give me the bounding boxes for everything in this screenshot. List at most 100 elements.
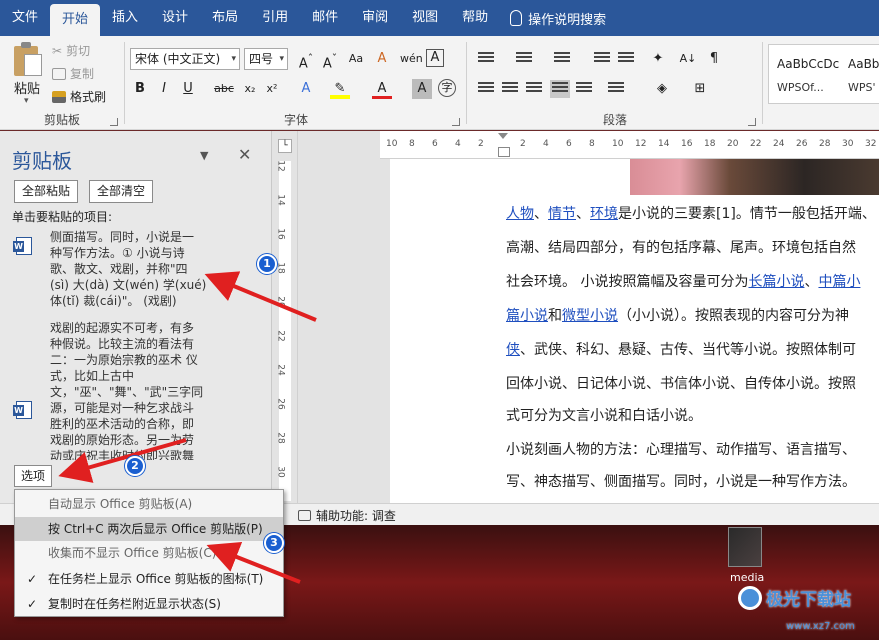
strikethrough-button[interactable]: abc bbox=[214, 79, 234, 99]
font-launcher-icon[interactable] bbox=[452, 118, 460, 126]
paste-all-button[interactable]: 全部粘贴 bbox=[14, 180, 79, 203]
tab-selector[interactable]: └ bbox=[278, 139, 292, 153]
menu-item-label: 自动显示 Office 剪贴板(A) bbox=[48, 497, 193, 511]
link-micro-novel[interactable]: 微型小说 bbox=[562, 308, 618, 324]
style-gallery-item[interactable]: AaBb WPS' bbox=[840, 44, 879, 104]
character-border-icon[interactable]: A bbox=[426, 49, 444, 67]
decrease-indent-icon[interactable] bbox=[594, 52, 610, 66]
link-characters[interactable]: 人物 bbox=[506, 206, 534, 222]
align-center-icon[interactable] bbox=[502, 82, 518, 96]
justify-icon[interactable] bbox=[550, 80, 570, 98]
paste-icon[interactable] bbox=[14, 42, 44, 78]
increase-indent-icon[interactable] bbox=[618, 52, 634, 66]
highlight-icon[interactable]: ✎ bbox=[330, 79, 350, 99]
tab-help[interactable]: 帮助 bbox=[450, 0, 500, 36]
clipboard-item[interactable]: 戏剧的起源实不可考，有多 种假说。比较主流的看法有 二：一为原始宗教的巫术 仪 … bbox=[50, 320, 210, 460]
link-short-novel[interactable]: 篇小说 bbox=[506, 308, 548, 324]
font-size-select[interactable]: 四号 ▾ bbox=[244, 48, 288, 70]
menu-item-auto-show[interactable]: 自动显示 Office 剪贴板(A) bbox=[15, 492, 283, 516]
align-right-icon[interactable] bbox=[526, 82, 542, 96]
indent-marker[interactable] bbox=[498, 133, 510, 157]
doc-text: 和 bbox=[548, 308, 562, 324]
align-left-icon[interactable] bbox=[478, 82, 494, 96]
line-spacing-icon[interactable] bbox=[608, 82, 624, 96]
doc-line: 写、神态描写、侧面描写。同时，小说是一种写作方法。 bbox=[506, 474, 856, 490]
cut-button[interactable]: ✂ 剪切 bbox=[52, 42, 90, 59]
pane-instruction: 单击要粘贴的项目: bbox=[12, 210, 113, 224]
grow-font-icon[interactable]: Aˆ bbox=[296, 49, 316, 71]
copy-button[interactable]: 复制 bbox=[52, 65, 94, 82]
link-medium-novel[interactable]: 中篇小 bbox=[818, 274, 860, 290]
superscript-button[interactable]: x² bbox=[262, 79, 282, 99]
multilevel-list-icon[interactable] bbox=[554, 52, 570, 66]
chinese-layout-icon[interactable]: ✦ bbox=[648, 49, 668, 69]
underline-button[interactable]: U bbox=[178, 79, 198, 99]
character-shading-icon[interactable]: A bbox=[412, 79, 432, 99]
ruler-label: 4 bbox=[543, 139, 549, 149]
phonetic-guide-icon[interactable]: wén bbox=[400, 49, 423, 69]
shading-icon[interactable]: ◈ bbox=[652, 79, 672, 99]
link-long-novel[interactable]: 长篇小说 bbox=[748, 274, 804, 290]
bullets-icon[interactable] bbox=[478, 52, 494, 66]
document-page[interactable]: 人物、情节、环境是小说的三要素[1]。情节一般包括开端、 高潮、结局四部分，有的… bbox=[390, 159, 879, 503]
tell-me-search[interactable]: 操作说明搜索 bbox=[500, 9, 606, 28]
tab-home[interactable]: 开始 bbox=[50, 4, 101, 36]
tab-layout[interactable]: 布局 bbox=[200, 0, 250, 36]
checkmark-icon: ✓ bbox=[27, 597, 38, 611]
vertical-ruler-label: 30 bbox=[275, 466, 286, 478]
menu-item-label: 在任务栏上显示 Office 剪贴板的图标(T) bbox=[48, 572, 264, 586]
link-plot[interactable]: 情节 bbox=[548, 206, 576, 222]
tab-review[interactable]: 审阅 bbox=[350, 0, 400, 36]
tab-mailings[interactable]: 邮件 bbox=[300, 0, 350, 36]
clipboard-item[interactable]: 侧面描写。同时，小说是一 种写作方法。① 小说与诗 歌、散文、戏剧，并称"四 (… bbox=[50, 229, 210, 311]
tab-insert[interactable]: 插入 bbox=[100, 0, 150, 36]
distributed-icon[interactable] bbox=[576, 82, 592, 96]
options-button[interactable]: 选项 bbox=[14, 465, 53, 487]
text-effects-icon[interactable]: A bbox=[296, 79, 316, 99]
accessibility-status[interactable]: 辅助功能: 调查 bbox=[298, 507, 396, 524]
media-folder-icon[interactable] bbox=[728, 527, 762, 567]
paragraph-launcher-icon[interactable] bbox=[748, 118, 756, 126]
clipboard-launcher-icon[interactable] bbox=[110, 118, 118, 126]
bold-button[interactable]: B bbox=[130, 79, 150, 99]
clear-format-icon[interactable]: A bbox=[372, 49, 392, 69]
tab-references[interactable]: 引用 bbox=[250, 0, 300, 36]
pane-options-chevron-icon[interactable]: ▼ bbox=[200, 149, 208, 162]
font-color-icon[interactable]: A bbox=[372, 79, 392, 99]
clipboard-pane: 剪贴板 ▼ ✕ 全部粘贴 全部清空 单击要粘贴的项目: 侧面描写。同时，小说是一… bbox=[0, 131, 272, 506]
accessibility-icon bbox=[298, 510, 311, 521]
options-menu: 自动显示 Office 剪贴板(A) 按 Ctrl+C 两次后显示 Office… bbox=[14, 489, 284, 617]
clear-all-button[interactable]: 全部清空 bbox=[89, 180, 154, 203]
tab-file[interactable]: 文件 bbox=[0, 0, 50, 36]
menu-item-label: 收集而不显示 Office 剪贴板(C) bbox=[48, 546, 217, 560]
change-case-icon[interactable]: Aa bbox=[346, 49, 366, 69]
document-image[interactable] bbox=[630, 159, 879, 195]
ruler-label: 26 bbox=[796, 139, 808, 149]
subscript-button[interactable]: x₂ bbox=[240, 79, 260, 99]
vertical-ruler-label: 20 bbox=[275, 296, 286, 308]
doc-text: 是小说的三要素[1]。情节一般包括开端、 bbox=[618, 206, 876, 222]
ribbon-tab-bar: 文件 开始 插入 设计 布局 引用 邮件 审阅 视图 帮助 操作说明搜索 bbox=[0, 0, 879, 36]
tab-view[interactable]: 视图 bbox=[400, 0, 450, 36]
link-xia[interactable]: 侠 bbox=[506, 342, 520, 358]
borders-icon[interactable]: ⊞ bbox=[690, 79, 710, 99]
enclose-character-icon[interactable]: 字 bbox=[438, 79, 456, 97]
show-marks-icon[interactable]: ¶ bbox=[704, 49, 724, 69]
menu-item-taskbar-icon[interactable]: ✓ 在任务栏上显示 Office 剪贴板的图标(T) bbox=[15, 567, 283, 591]
paste-button[interactable]: 粘贴 bbox=[14, 78, 40, 97]
menu-item-collect-silently[interactable]: 收集而不显示 Office 剪贴板(C) bbox=[15, 541, 283, 565]
tab-design[interactable]: 设计 bbox=[150, 0, 200, 36]
italic-button[interactable]: I bbox=[154, 79, 174, 99]
sort-icon[interactable]: A↓ bbox=[678, 49, 698, 69]
paste-dropdown-icon[interactable]: ▾ bbox=[24, 96, 29, 106]
link-environment[interactable]: 环境 bbox=[590, 206, 618, 222]
numbering-icon[interactable] bbox=[516, 52, 532, 66]
close-icon[interactable]: ✕ bbox=[238, 145, 251, 164]
shrink-font-icon[interactable]: Aˇ bbox=[320, 49, 340, 71]
format-painter-button[interactable]: 格式刷 bbox=[52, 88, 106, 105]
menu-item-status-near-taskbar[interactable]: ✓ 复制时在任务栏附近显示状态(S) bbox=[15, 592, 283, 616]
group-divider bbox=[762, 42, 763, 124]
menu-item-ctrl-c-twice[interactable]: 按 Ctrl+C 两次后显示 Office 剪贴版(P) bbox=[15, 517, 283, 541]
paragraph-group-label: 段落 bbox=[602, 113, 627, 127]
font-name-select[interactable]: 宋体 (中文正文) ▾ bbox=[130, 48, 240, 70]
